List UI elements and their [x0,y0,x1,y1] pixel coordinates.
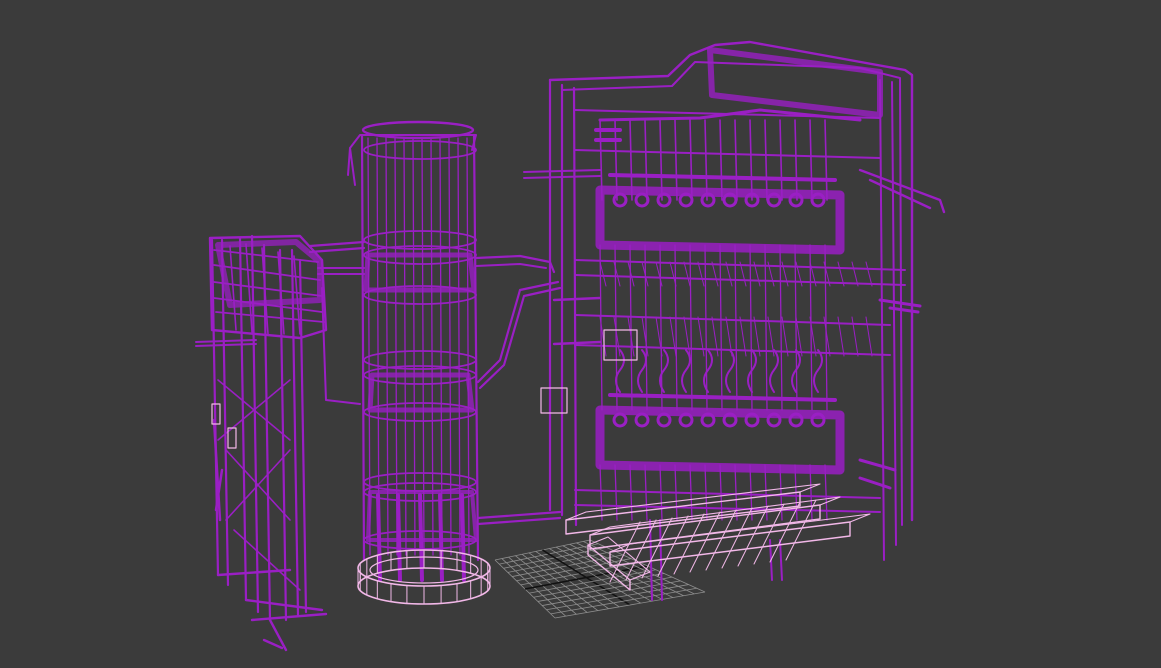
skid-pipe [614,464,618,521]
deck-bar [865,261,873,287]
skid-pipe [779,119,783,201]
skid-pipe [764,244,768,411]
deck-bar [683,261,691,287]
skid-deck [574,149,881,159]
skid-pipe [749,119,753,201]
skid-pipe [734,119,738,201]
skid-pipe [599,464,603,521]
skid-deck [574,489,881,499]
valve-hose [681,349,691,393]
home-grid [494,539,706,619]
valve-hose [703,349,713,393]
skid-pipe [824,119,828,201]
valve-hose [637,349,647,393]
skid-pipe [644,244,648,411]
skid-pipe [794,119,798,201]
floor-pallets[interactable] [565,483,871,591]
valve [612,192,628,208]
deck-bar [669,316,677,357]
tower-base-ring[interactable] [357,549,491,605]
tower-leg [460,493,466,582]
tower-leg [396,493,402,582]
deck-bar [851,316,859,357]
skid-pipe [809,119,813,201]
skid-pipe [794,244,798,411]
skid-pipe [629,244,633,411]
cylindrical-tower[interactable] [308,120,562,582]
skid-pipe [779,244,783,411]
skid-pipe [689,244,693,411]
left-frame-rack[interactable] [195,234,361,652]
deck-bar [697,316,705,357]
deck-bar [697,261,705,287]
grid-line [569,543,674,598]
tower-leg [376,493,382,582]
valve-hose [725,349,735,393]
wireframe-scene[interactable] [0,0,1161,668]
pallet [609,521,851,567]
skid-pipe [734,244,738,411]
deck-bar [711,261,719,287]
skid-deck [574,314,891,326]
skid-pipe [674,244,678,411]
3d-viewport[interactable] [0,0,1161,668]
skid-pipe [719,119,723,201]
skid-pipe [749,244,753,411]
valve [612,412,628,428]
tower-ring [363,140,477,160]
deck-bar [851,261,859,287]
skid-deck [574,504,881,513]
valve-hose [813,349,823,393]
skid-pipe [764,119,768,201]
deck-bar [865,316,873,357]
deck-bar [781,316,789,357]
valve [634,412,650,428]
skid-pipe [719,244,723,411]
